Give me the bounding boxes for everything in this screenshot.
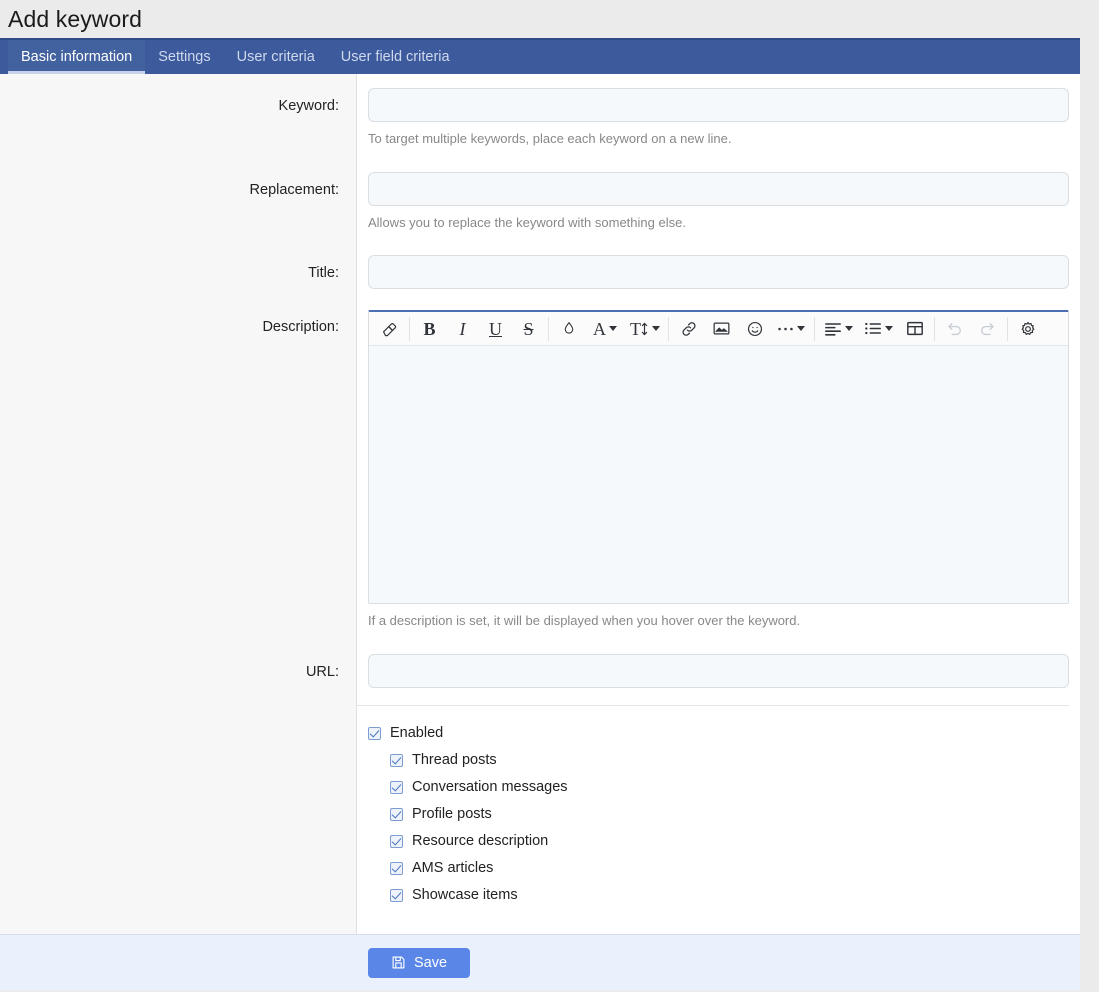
text-color-icon[interactable] bbox=[552, 313, 585, 345]
checkbox-label: Thread posts bbox=[412, 752, 497, 768]
strikethrough-icon[interactable]: S bbox=[512, 313, 545, 345]
tab-label: User criteria bbox=[237, 49, 315, 65]
title-field-wrap bbox=[357, 255, 1080, 289]
description-help-text: If a description is set, it will be disp… bbox=[368, 604, 1069, 630]
checkbox-label: Conversation messages bbox=[412, 779, 568, 795]
toolbar-separator bbox=[409, 317, 410, 341]
title-label: Title: bbox=[0, 255, 357, 281]
form-row-description: Description: bbox=[0, 289, 1080, 630]
checkbox-label: Profile posts bbox=[412, 806, 492, 822]
checkbox-checked-icon bbox=[390, 835, 403, 848]
url-field-wrap bbox=[357, 654, 1080, 688]
keyword-help-text: To target multiple keywords, place each … bbox=[368, 122, 1069, 148]
checkbox-resource-description[interactable]: Resource description bbox=[368, 828, 1069, 855]
title-input[interactable] bbox=[368, 255, 1069, 289]
tab-basic-information[interactable]: Basic information bbox=[8, 40, 145, 74]
undo-icon[interactable] bbox=[938, 313, 971, 345]
table-icon[interactable] bbox=[898, 313, 931, 345]
editor-toolbar: B I U S bbox=[369, 312, 1068, 346]
chevron-down-icon bbox=[652, 326, 660, 331]
divider-wrap bbox=[357, 705, 1080, 706]
underline-icon[interactable]: U bbox=[479, 313, 512, 345]
chevron-down-icon bbox=[845, 326, 853, 331]
form-container: Keyword: To target multiple keywords, pl… bbox=[0, 74, 1080, 934]
keyword-input[interactable] bbox=[368, 88, 1069, 122]
checkbox-profile-posts[interactable]: Profile posts bbox=[368, 801, 1069, 828]
form-row-keyword: Keyword: To target multiple keywords, pl… bbox=[0, 74, 1080, 148]
checkbox-conversation-messages[interactable]: Conversation messages bbox=[368, 774, 1069, 801]
redo-icon[interactable] bbox=[971, 313, 1004, 345]
checkbox-checked-icon bbox=[390, 781, 403, 794]
font-size-icon[interactable]: T bbox=[625, 313, 665, 345]
image-icon[interactable] bbox=[705, 313, 738, 345]
url-input[interactable] bbox=[368, 654, 1069, 688]
replacement-input[interactable] bbox=[368, 172, 1069, 206]
checkbox-showcase-items[interactable]: Showcase items bbox=[368, 882, 1069, 909]
toolbar-separator bbox=[548, 317, 549, 341]
chevron-down-icon bbox=[609, 326, 617, 331]
tab-label: Settings bbox=[158, 49, 210, 65]
form-row-replacement: Replacement: Allows you to replace the k… bbox=[0, 148, 1080, 232]
more-options-icon[interactable] bbox=[771, 313, 811, 345]
chevron-down-icon bbox=[797, 326, 805, 331]
font-family-icon[interactable]: A bbox=[585, 313, 625, 345]
keyword-label: Keyword: bbox=[0, 88, 357, 114]
form-row-title: Title: bbox=[0, 231, 1080, 289]
form-rows: Keyword: To target multiple keywords, pl… bbox=[0, 74, 1080, 934]
options-wrap: Enabled Thread posts Conversation messag… bbox=[357, 720, 1080, 909]
replacement-field-wrap: Allows you to replace the keyword with s… bbox=[357, 172, 1080, 232]
checkbox-checked-icon bbox=[390, 808, 403, 821]
save-button-label: Save bbox=[414, 955, 447, 971]
keyword-field-wrap: To target multiple keywords, place each … bbox=[357, 88, 1080, 148]
form-row-options: Enabled Thread posts Conversation messag… bbox=[0, 706, 1080, 929]
checkbox-label: AMS articles bbox=[412, 860, 493, 876]
checkbox-label: Showcase items bbox=[412, 887, 518, 903]
toolbar-separator bbox=[814, 317, 815, 341]
description-editor-body[interactable] bbox=[369, 346, 1068, 603]
link-icon[interactable] bbox=[672, 313, 705, 345]
save-button[interactable]: Save bbox=[368, 948, 470, 978]
description-label: Description: bbox=[0, 310, 357, 335]
replacement-label: Replacement: bbox=[0, 172, 357, 198]
align-icon[interactable] bbox=[818, 313, 858, 345]
checkbox-checked-icon bbox=[368, 727, 381, 740]
checkbox-ams-articles[interactable]: AMS articles bbox=[368, 855, 1069, 882]
checkbox-label: Enabled bbox=[390, 725, 443, 741]
checkbox-checked-icon bbox=[390, 754, 403, 767]
rich-text-editor: B I U S bbox=[368, 310, 1069, 604]
tab-label: User field criteria bbox=[341, 49, 450, 65]
checkbox-thread-posts[interactable]: Thread posts bbox=[368, 747, 1069, 774]
toolbar-separator bbox=[668, 317, 669, 341]
form-row-url: URL: bbox=[0, 630, 1080, 688]
gear-icon[interactable] bbox=[1011, 313, 1044, 345]
replacement-help-text: Allows you to replace the keyword with s… bbox=[368, 206, 1069, 232]
toolbar-separator bbox=[1007, 317, 1008, 341]
list-icon[interactable] bbox=[858, 313, 898, 345]
url-label: URL: bbox=[0, 654, 357, 680]
checkbox-label: Resource description bbox=[412, 833, 548, 849]
page-title: Add keyword bbox=[0, 0, 1099, 38]
description-field-wrap: B I U S bbox=[357, 310, 1080, 630]
section-divider bbox=[357, 705, 1069, 706]
italic-icon[interactable]: I bbox=[446, 313, 479, 345]
tab-user-criteria[interactable]: User criteria bbox=[224, 40, 328, 74]
checkbox-section-divider-row bbox=[0, 688, 1080, 706]
tab-bar: Basic information Settings User criteria… bbox=[0, 38, 1080, 74]
checkbox-checked-icon bbox=[390, 862, 403, 875]
page-root: Add keyword Basic information Settings U… bbox=[0, 0, 1099, 992]
toolbar-separator bbox=[934, 317, 935, 341]
bold-icon[interactable]: B bbox=[413, 313, 446, 345]
save-disk-icon bbox=[391, 955, 406, 970]
remove-format-icon[interactable] bbox=[373, 313, 406, 345]
form-footer: Save bbox=[0, 934, 1080, 990]
checkbox-enabled[interactable]: Enabled bbox=[368, 720, 1069, 747]
tab-settings[interactable]: Settings bbox=[145, 40, 223, 74]
chevron-down-icon bbox=[885, 326, 893, 331]
smiley-icon[interactable] bbox=[738, 313, 771, 345]
checkbox-checked-icon bbox=[390, 889, 403, 902]
tab-user-field-criteria[interactable]: User field criteria bbox=[328, 40, 463, 74]
tab-label: Basic information bbox=[21, 49, 132, 65]
